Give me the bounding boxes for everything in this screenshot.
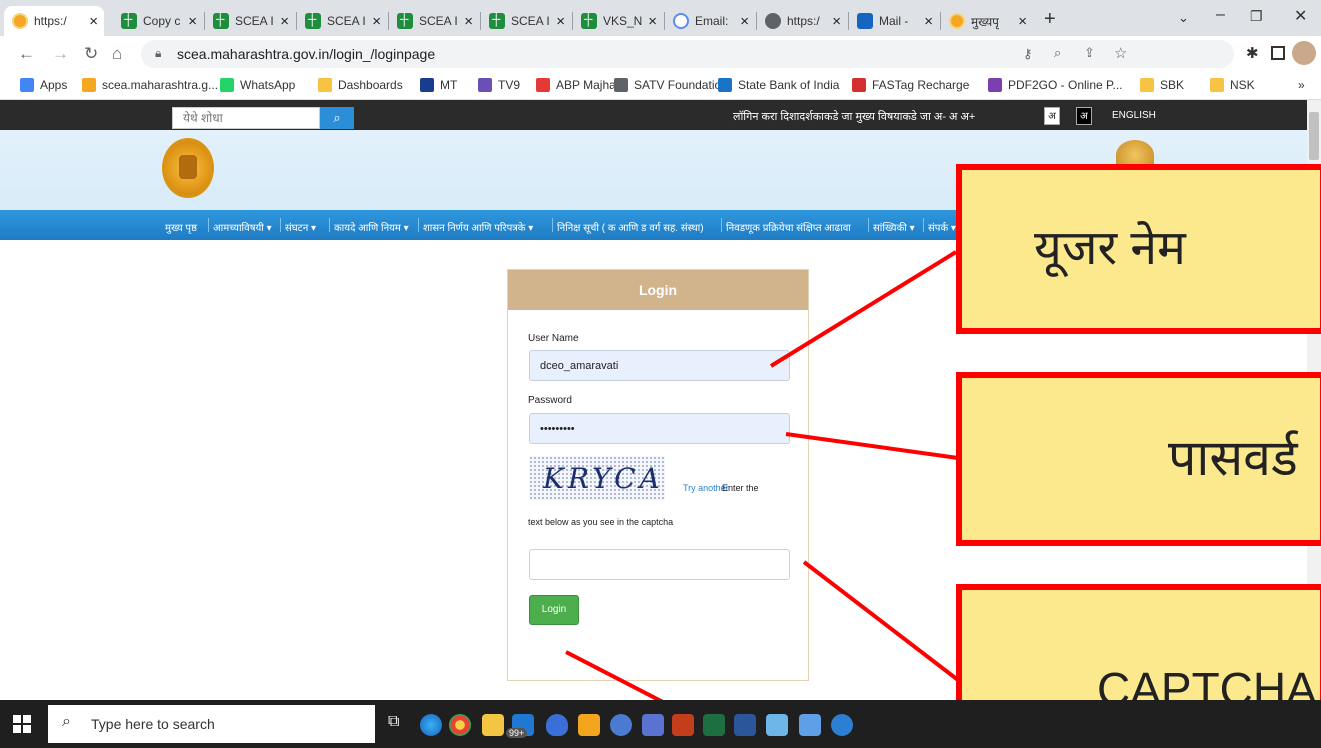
callout-username: यूजर नेम [956, 164, 1321, 334]
edge-icon[interactable] [420, 714, 442, 736]
word-icon[interactable] [734, 714, 756, 736]
taskbar-search-placeholder: Type here to search [91, 716, 215, 732]
search-icon: ⌕ [62, 713, 71, 730]
powerpoint-icon[interactable] [672, 714, 694, 736]
help-icon[interactable] [831, 714, 853, 736]
task-view-icon[interactable]: ⧉ [388, 713, 399, 731]
callout-password: पासवर्ड [956, 372, 1321, 546]
excel-icon[interactable] [703, 714, 725, 736]
nic-app-icon[interactable] [610, 714, 632, 736]
taskbar-search-box[interactable]: ⌕ Type here to search [48, 705, 375, 743]
callout-password-text: पासवर्ड [1168, 430, 1298, 486]
arrow-captcha [802, 560, 960, 682]
app-icon-3[interactable] [799, 714, 821, 736]
windows-start-icon[interactable] [13, 715, 31, 733]
app-icon-2[interactable] [766, 714, 788, 736]
security-icon[interactable] [546, 714, 568, 736]
arrow-username [769, 250, 958, 368]
arrow-password [785, 432, 959, 460]
teams-icon[interactable] [642, 714, 664, 736]
app-icon[interactable] [578, 714, 600, 736]
chrome-icon[interactable] [449, 714, 471, 736]
windows-taskbar: ⌕ Type here to search ⧉ 99+ [0, 700, 1321, 748]
notification-badge: 99+ [506, 728, 528, 738]
callout-username-text: यूजर नेम [1034, 222, 1186, 275]
file-explorer-icon[interactable] [482, 714, 504, 736]
